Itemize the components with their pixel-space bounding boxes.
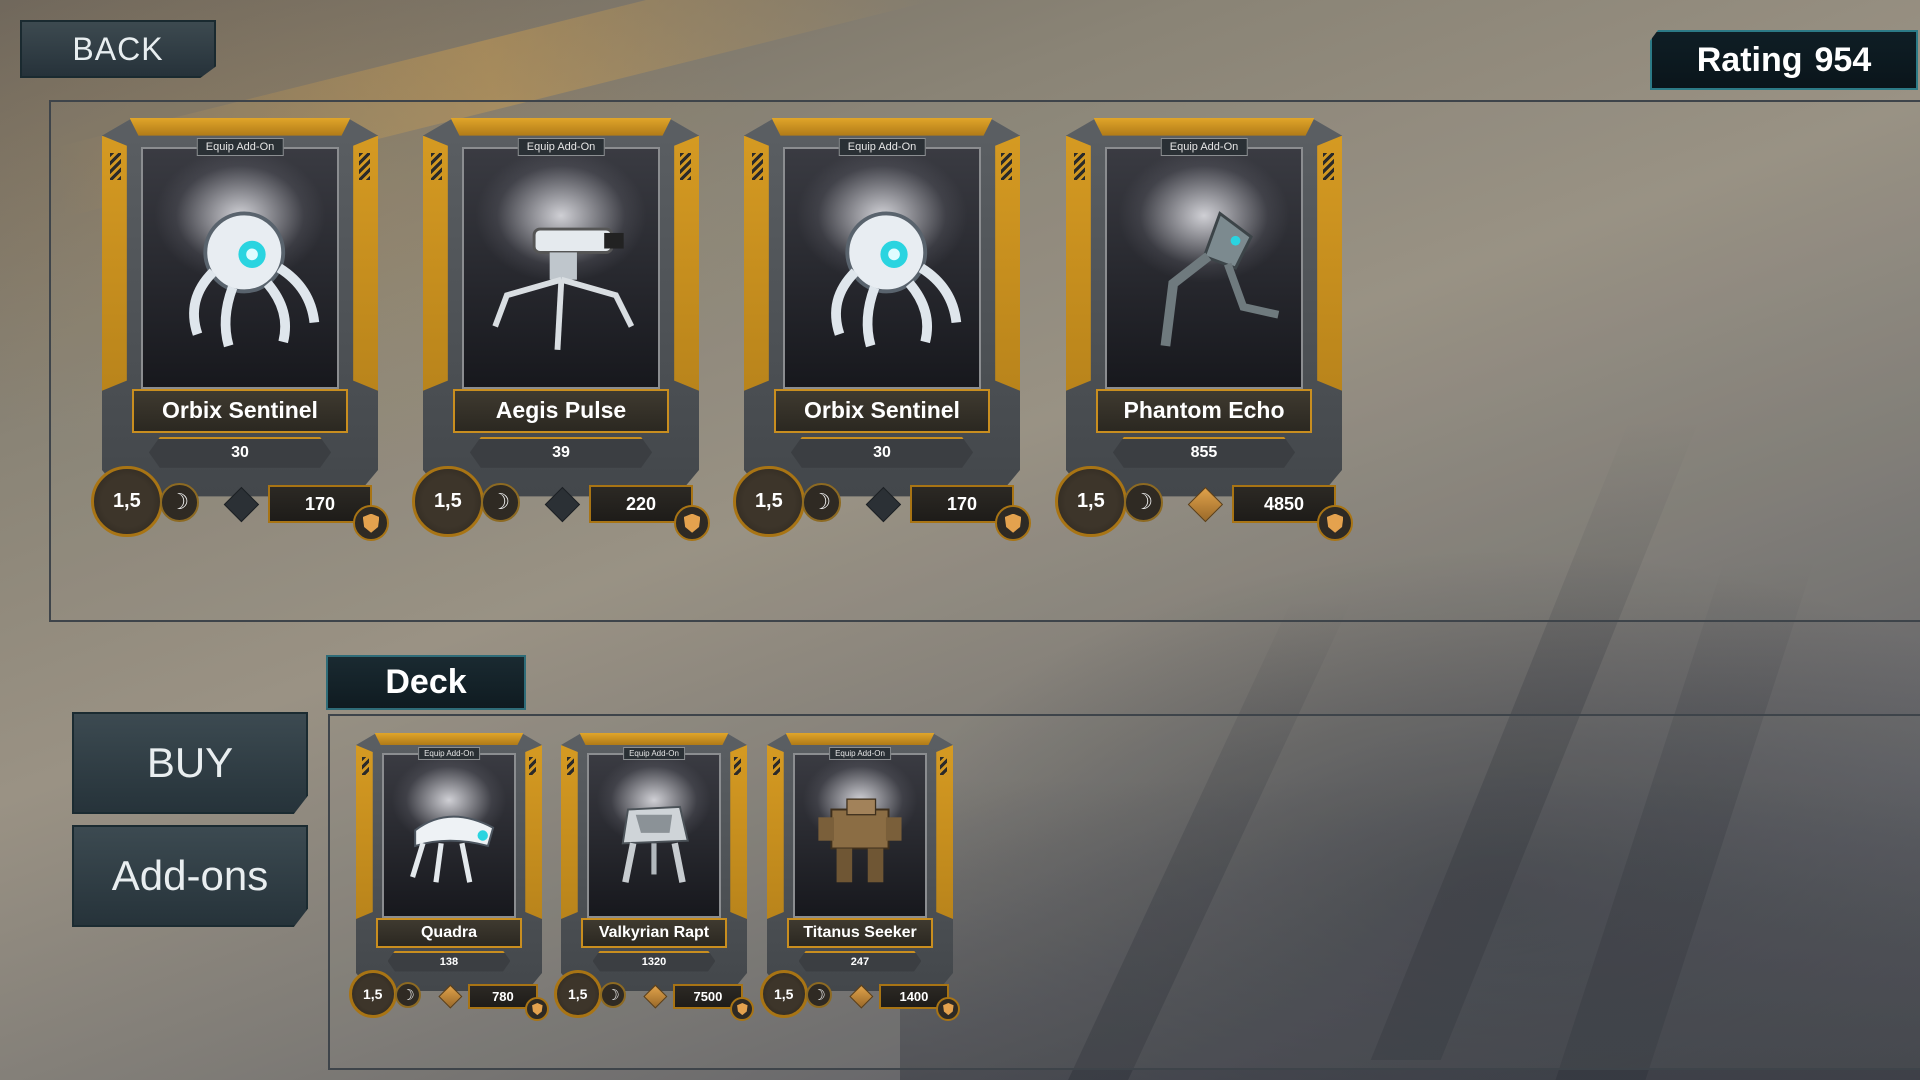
card-name: Quadra — [376, 917, 522, 948]
shield-icon — [995, 505, 1032, 542]
card-name: Orbix Sentinel — [132, 388, 348, 433]
crescent-icon: ☽ — [801, 483, 841, 522]
card-stripes — [939, 757, 948, 775]
card-stripes — [361, 757, 370, 775]
addon-card[interactable]: Equip Add-On Quadra 138 1,5 ☽ 780 — [348, 733, 550, 1033]
sphere-drone-icon — [830, 211, 961, 347]
speed-badge: 1,5 — [732, 465, 805, 538]
crescent-icon: ☽ — [480, 483, 520, 522]
card-stripes — [1322, 153, 1334, 180]
crescent-icon: ☽ — [395, 982, 422, 1009]
addon-card[interactable]: Equip Add-On Orbix Sentinel 30 1,5 ☽ 170 — [732, 118, 1032, 558]
back-button[interactable]: BACK — [20, 20, 216, 78]
card-power: 138 — [387, 950, 511, 972]
raptor-mech-icon — [621, 805, 689, 883]
card-stripes — [110, 153, 122, 180]
addon-card[interactable]: Equip Add-On Aegis Pulse 39 1,5 ☽ 220 — [411, 118, 711, 558]
card-name: Phantom Echo — [1096, 388, 1312, 433]
speed-badge: 1,5 — [90, 465, 163, 538]
addons-button[interactable]: Add-ons — [72, 825, 308, 927]
card-stripes — [772, 757, 781, 775]
crescent-icon: ☽ — [806, 982, 833, 1009]
card-stripes — [358, 153, 370, 180]
card-power: 39 — [469, 437, 653, 468]
card-power: 30 — [148, 437, 332, 468]
card-art — [382, 752, 516, 918]
turret-drone-icon — [492, 227, 634, 350]
shield-icon — [1317, 505, 1354, 542]
card-art — [793, 752, 927, 918]
speed-badge: 1,5 — [411, 465, 484, 538]
card-art — [1104, 146, 1304, 389]
card-frame-top — [1093, 118, 1315, 136]
card-power: 30 — [790, 437, 974, 468]
card-name: Titanus Seeker — [787, 917, 933, 948]
addons-button-label: Add-ons — [111, 852, 269, 899]
card-stripes — [431, 153, 443, 180]
card-art — [140, 146, 340, 389]
card-stripes — [679, 153, 691, 180]
card-stripes — [528, 757, 537, 775]
rating-label: Rating — [1696, 40, 1803, 79]
card-frame-top — [579, 733, 729, 745]
card-stripes — [752, 153, 764, 180]
crescent-icon: ☽ — [600, 982, 627, 1009]
rating-badge: Rating 954 — [1650, 30, 1918, 90]
card-stripes — [1000, 153, 1012, 180]
card-frame-top — [450, 118, 672, 136]
deck-tab[interactable]: Deck — [326, 655, 526, 710]
equip-addon-tag[interactable]: Equip Add-On — [623, 746, 685, 760]
shield-icon — [353, 505, 390, 542]
card-power: 247 — [798, 950, 922, 972]
card-frame-top — [374, 733, 524, 745]
card-art — [587, 752, 721, 918]
card-frame-top — [771, 118, 993, 136]
card-name: Aegis Pulse — [453, 388, 669, 433]
card-art — [461, 146, 661, 389]
buy-button-label: BUY — [146, 739, 234, 786]
heavy-mech-icon — [818, 797, 902, 882]
speed-badge: 1,5 — [759, 970, 808, 1019]
crawler-drone-icon — [410, 815, 495, 883]
equip-addon-tag[interactable]: Equip Add-On — [196, 137, 284, 156]
equip-addon-tag[interactable]: Equip Add-On — [418, 746, 480, 760]
addon-card[interactable]: Equip Add-On Valkyrian Rapt 1320 1,5 ☽ 7… — [553, 733, 755, 1033]
addon-card[interactable]: Equip Add-On Titanus Seeker 247 1,5 ☽ 14… — [759, 733, 961, 1033]
card-power: 855 — [1112, 437, 1296, 468]
speed-badge: 1,5 — [553, 970, 602, 1019]
sphere-drone-icon — [188, 211, 319, 347]
card-name: Valkyrian Rapt — [581, 917, 727, 948]
crescent-icon: ☽ — [159, 483, 199, 522]
card-frame-top — [129, 118, 351, 136]
card-stripes — [566, 757, 575, 775]
addon-card[interactable]: Equip Add-On Orbix Sentinel 30 1,5 ☽ 170 — [90, 118, 390, 558]
equip-addon-tag[interactable]: Equip Add-On — [838, 137, 926, 156]
card-name: Orbix Sentinel — [774, 388, 990, 433]
back-button-label: BACK — [72, 30, 164, 67]
speed-badge: 1,5 — [1054, 465, 1127, 538]
equip-addon-tag[interactable]: Equip Add-On — [517, 137, 605, 156]
addon-card[interactable]: Equip Add-On Phantom Echo 855 1,5 ☽ 4850 — [1054, 118, 1354, 558]
equip-addon-tag[interactable]: Equip Add-On — [1160, 137, 1248, 156]
card-stripes — [1074, 153, 1086, 180]
speed-badge: 1,5 — [348, 970, 397, 1019]
card-stripes — [733, 757, 742, 775]
rating-value: 954 — [1814, 40, 1872, 79]
buy-button[interactable]: BUY — [72, 712, 308, 814]
shield-icon — [674, 505, 711, 542]
walker-mech-icon — [1160, 210, 1279, 347]
card-power: 1320 — [592, 950, 716, 972]
deck-tab-label: Deck — [385, 663, 467, 701]
card-art — [782, 146, 982, 389]
crescent-icon: ☽ — [1123, 483, 1163, 522]
card-frame-top — [785, 733, 935, 745]
equip-addon-tag[interactable]: Equip Add-On — [829, 746, 891, 760]
